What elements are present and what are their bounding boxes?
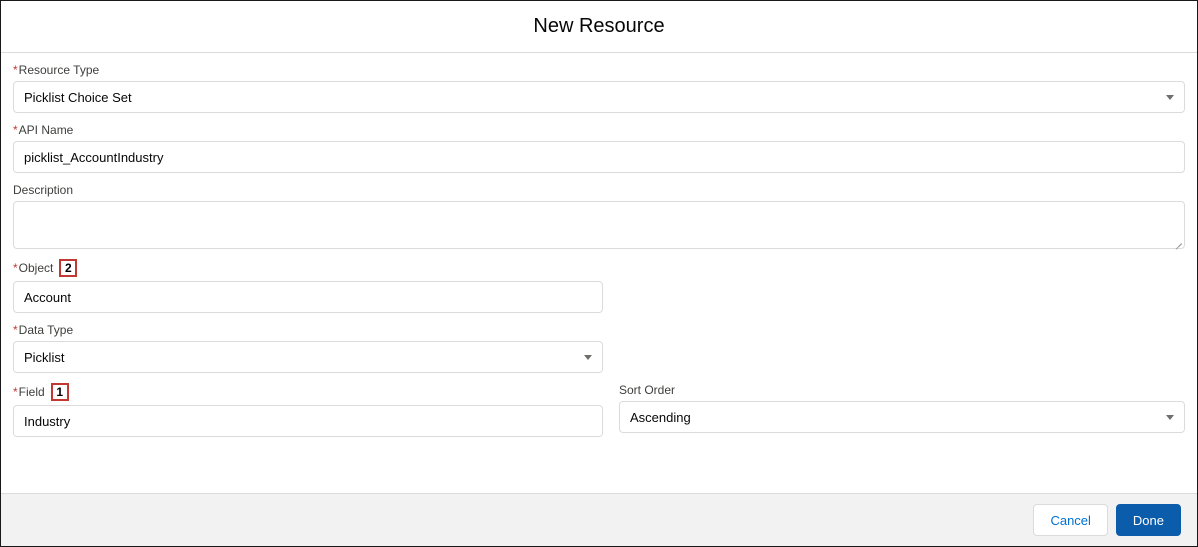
object-label-row: *Object 2 (13, 259, 1185, 277)
modal-header: New Resource (1, 1, 1197, 53)
field-label-row: *Field 1 (13, 383, 603, 401)
resource-type-value: Picklist Choice Set (24, 90, 132, 105)
chevron-down-icon (584, 355, 592, 360)
object-callout: 2 (59, 259, 77, 277)
field-callout: 1 (51, 383, 69, 401)
data-type-label: *Data Type (13, 323, 73, 337)
sort-order-label: Sort Order (619, 383, 675, 397)
field-group: *Field 1 Industry (13, 383, 603, 437)
cancel-button[interactable]: Cancel (1033, 504, 1107, 536)
sort-order-value: Ascending (630, 410, 691, 425)
api-name-group: *API Name picklist_AccountIndustry (13, 123, 1185, 173)
data-type-select[interactable]: Picklist (13, 341, 603, 373)
api-name-label: *API Name (13, 123, 73, 137)
api-name-input[interactable]: picklist_AccountIndustry (13, 141, 1185, 173)
object-group: *Object 2 Account (13, 259, 1185, 313)
description-group: Description (13, 183, 1185, 249)
data-type-label-row: *Data Type (13, 323, 1185, 337)
required-asterisk: * (13, 63, 18, 77)
data-type-group: *Data Type Picklist (13, 323, 1185, 373)
field-input[interactable]: Industry (13, 405, 603, 437)
required-asterisk: * (13, 261, 18, 275)
sort-order-label-row: Sort Order (619, 383, 1185, 397)
api-name-value: picklist_AccountIndustry (24, 150, 163, 165)
description-label-row: Description (13, 183, 1185, 197)
resize-handle-icon (1172, 236, 1182, 246)
field-value: Industry (24, 414, 70, 429)
resource-type-label: *Resource Type (13, 63, 99, 77)
resource-type-label-row: *Resource Type (13, 63, 1185, 77)
required-asterisk: * (13, 123, 18, 137)
chevron-down-icon (1166, 95, 1174, 100)
required-asterisk: * (13, 323, 18, 337)
resource-type-group: *Resource Type Picklist Choice Set (13, 63, 1185, 113)
done-button[interactable]: Done (1116, 504, 1181, 536)
new-resource-modal: New Resource *Resource Type Picklist Cho… (0, 0, 1198, 547)
api-name-label-row: *API Name (13, 123, 1185, 137)
chevron-down-icon (1166, 415, 1174, 420)
required-asterisk: * (13, 385, 18, 399)
sort-order-group: Sort Order Ascending (619, 383, 1185, 437)
field-sort-row: *Field 1 Industry Sort Order Ascending (13, 383, 1185, 437)
modal-title: New Resource (1, 15, 1197, 38)
resource-type-select[interactable]: Picklist Choice Set (13, 81, 1185, 113)
object-input[interactable]: Account (13, 281, 603, 313)
data-type-value: Picklist (24, 350, 64, 365)
modal-footer: Cancel Done (1, 493, 1197, 546)
modal-body: *Resource Type Picklist Choice Set *API … (1, 53, 1197, 493)
object-label: *Object (13, 261, 53, 275)
description-label: Description (13, 183, 73, 197)
field-label: *Field (13, 385, 45, 399)
sort-order-select[interactable]: Ascending (619, 401, 1185, 433)
description-textarea[interactable] (13, 201, 1185, 249)
object-value: Account (24, 290, 71, 305)
